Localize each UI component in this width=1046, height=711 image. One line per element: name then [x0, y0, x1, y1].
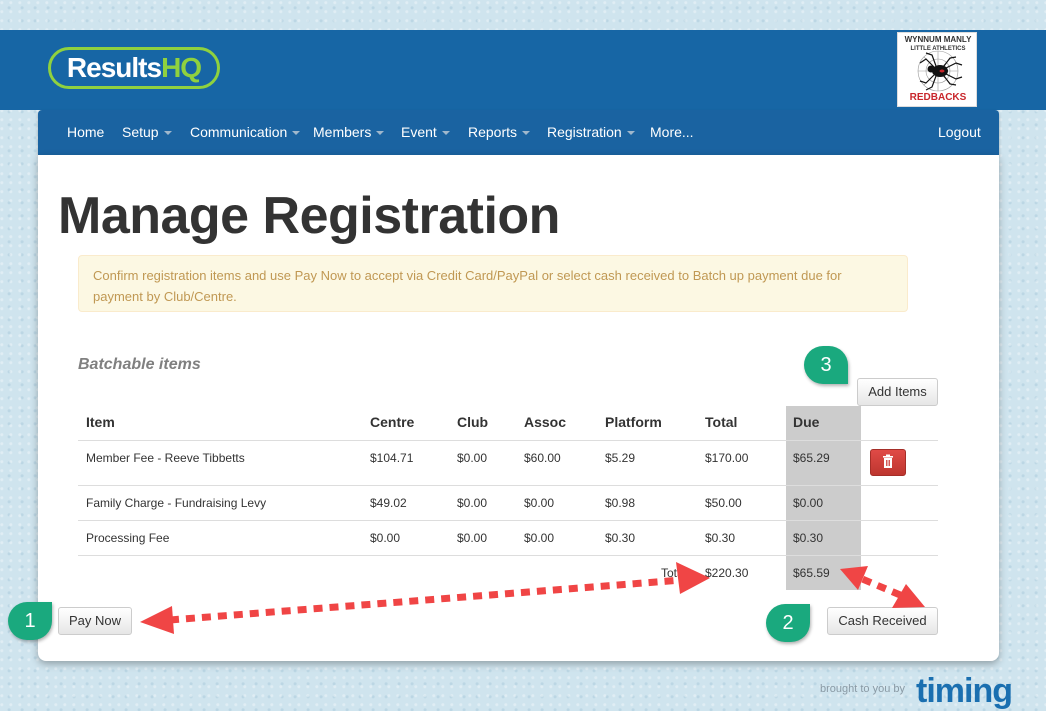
nav-more[interactable]: More...: [650, 110, 694, 155]
nav-members-label: Members: [313, 124, 372, 140]
callout-1: 1: [8, 602, 52, 640]
cell-due: $0.00: [793, 496, 824, 510]
cell-club: $0.00: [457, 451, 488, 465]
col-header-platform: Platform: [605, 414, 662, 430]
col-header-item: Item: [86, 414, 115, 430]
chevron-down-icon: [626, 131, 635, 136]
col-header-centre: Centre: [370, 414, 415, 430]
totals-label: Totals: [661, 566, 693, 580]
cell-total: $170.00: [705, 451, 749, 465]
cash-received-button[interactable]: Cash Received: [827, 607, 938, 635]
cell-club: $0.00: [457, 531, 488, 545]
cell-item: Family Charge - Fundraising Levy: [86, 496, 267, 510]
nav-setup-label: Setup: [122, 124, 159, 140]
chevron-down-icon: [376, 131, 385, 136]
cell-club: $0.00: [457, 496, 488, 510]
row-divider: [78, 485, 938, 486]
chevron-down-icon: [163, 131, 172, 136]
col-header-club: Club: [457, 414, 489, 430]
add-items-button[interactable]: Add Items: [857, 378, 938, 406]
totals-total: $220.30: [705, 566, 749, 580]
nav-home[interactable]: Home: [67, 110, 104, 155]
info-alert: Confirm registration items and use Pay N…: [78, 255, 908, 312]
col-header-total: Total: [705, 414, 738, 430]
callout-2: 2: [766, 604, 810, 642]
nav-registration[interactable]: Registration: [547, 110, 635, 155]
cell-centre: $0.00: [370, 531, 401, 545]
cell-due: $65.29: [793, 451, 830, 465]
page-title: Manage Registration: [58, 187, 560, 245]
cell-centre: $104.71: [370, 451, 414, 465]
nav-event-label: Event: [401, 124, 437, 140]
cell-assoc: $0.00: [524, 531, 555, 545]
nav-reports[interactable]: Reports: [468, 110, 531, 155]
cell-due: $0.30: [793, 531, 824, 545]
cell-assoc: $0.00: [524, 496, 555, 510]
nav-more-label: More...: [650, 124, 694, 140]
nav-reports-label: Reports: [468, 124, 518, 140]
resultshq-logo[interactable]: ResultsHQ: [48, 47, 220, 89]
club-logo: WYNNUM MANLY LITTLE ATHLETICS REDBACKS: [897, 32, 977, 107]
logo-text-part1: Results: [66, 52, 162, 83]
footer-brought-by: brought to you by: [820, 683, 906, 695]
nav-registration-label: Registration: [547, 124, 622, 140]
chevron-down-icon: [441, 131, 450, 136]
nav-logout[interactable]: Logout: [938, 110, 981, 155]
callout-3: 3: [804, 346, 848, 384]
trash-icon: [883, 454, 893, 468]
cell-platform: $0.30: [605, 531, 636, 545]
col-header-due: Due: [793, 414, 820, 430]
cell-assoc: $60.00: [524, 451, 561, 465]
cell-total: $0.30: [705, 531, 736, 545]
row-divider: [78, 555, 938, 556]
nav-members[interactable]: Members: [313, 110, 385, 155]
logo-text-part2: HQ: [161, 52, 202, 83]
cell-platform: $5.29: [605, 451, 636, 465]
col-header-assoc: Assoc: [524, 414, 567, 430]
row-divider: [78, 520, 938, 521]
cell-platform: $0.98: [605, 496, 636, 510]
cell-item: Processing Fee: [86, 531, 170, 545]
nav-setup[interactable]: Setup: [122, 110, 172, 155]
cell-total: $50.00: [705, 496, 742, 510]
nav-event[interactable]: Event: [401, 110, 450, 155]
nav-communication-label: Communication: [190, 124, 288, 140]
cell-centre: $49.02: [370, 496, 407, 510]
chevron-down-icon: [292, 131, 301, 136]
nav-logout-label: Logout: [938, 124, 981, 140]
main-navbar: Home Setup Communication Members Event R…: [38, 110, 999, 155]
timing-logo[interactable]: timing: [916, 672, 1013, 711]
cell-item: Member Fee - Reeve Tibbetts: [86, 451, 245, 465]
chevron-down-icon: [522, 131, 531, 136]
club-logo-name: REDBACKS: [909, 92, 967, 103]
nav-communication[interactable]: Communication: [190, 110, 301, 155]
nav-home-label: Home: [67, 124, 105, 140]
delete-item-button[interactable]: [870, 449, 906, 476]
row-divider: [78, 440, 938, 441]
section-title: Batchable items: [78, 356, 201, 373]
totals-due: $65.59: [793, 566, 830, 580]
pay-now-button[interactable]: Pay Now: [58, 607, 132, 635]
